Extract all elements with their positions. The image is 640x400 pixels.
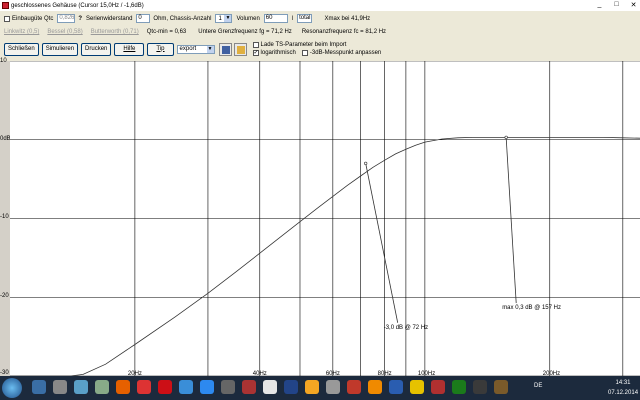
xmax-text: Xmax bei 41,9Hz	[324, 15, 371, 22]
help-question[interactable]: ?	[78, 16, 82, 22]
window-controls: _ □ ✕	[595, 1, 638, 9]
butterworth-link[interactable]: Butterworth (0,71)	[91, 29, 139, 35]
schliessen-button[interactable]: Schließen	[4, 42, 39, 56]
volumen-label: Volumen	[236, 15, 260, 22]
app-16-icon[interactable]	[347, 380, 361, 394]
drucken-button[interactable]: Drucken	[81, 42, 112, 56]
y-tick-label: 10	[0, 58, 7, 64]
app-10-icon[interactable]	[221, 380, 235, 394]
clock[interactable]: 14:31 07.12.2014	[608, 378, 638, 398]
save-icon[interactable]	[218, 42, 232, 56]
total-field[interactable]: total	[297, 14, 313, 23]
lade-ts-option: Lade TS-Parameter beim Import	[252, 42, 382, 48]
maximize-button[interactable]: □	[612, 1, 621, 9]
resonanz-text: Resonanzfrequenz fc = 81,2 Hz	[301, 29, 387, 35]
app-6-icon[interactable]	[137, 380, 151, 394]
close-button[interactable]: ✕	[629, 1, 638, 9]
app-19-icon[interactable]	[410, 380, 424, 394]
app-2-icon[interactable]	[53, 380, 67, 394]
app-3-icon[interactable]	[74, 380, 88, 394]
annotation-label: max 0,3 dB @ 157 Hz	[502, 305, 561, 311]
einbaugute-label: Einbaugüte Qtc	[12, 15, 54, 22]
params-row: Einbaugüte Qtc 0,826 ? Serienwiderstand …	[0, 12, 374, 25]
qtc-min-text: Qtc-min = 0,63	[146, 29, 187, 35]
annotation-label: -3,0 dB @ 72 Hz	[384, 325, 428, 331]
annotation-leader	[505, 137, 517, 304]
ohm-chassis-label: Ohm, Chassis-Anzahl	[153, 15, 212, 22]
opera-icon[interactable]	[158, 380, 172, 394]
chevron-down-icon: ▼	[206, 45, 214, 53]
app-13-icon[interactable]	[284, 380, 298, 394]
frequency-response-chart[interactable]: 20Hz 40Hz 60Hz 80Hz 100Hz 200Hz-3,0 dB @ 72 H…	[10, 61, 640, 376]
app-11-icon[interactable]	[242, 380, 256, 394]
actions-row: Schließen Simulieren Drucken Hilfe Tip e…	[0, 40, 381, 58]
language-indicator[interactable]: DE	[534, 383, 542, 389]
app-21-icon[interactable]	[452, 380, 466, 394]
start-button[interactable]	[2, 378, 22, 398]
qtc-input[interactable]: 0,826	[57, 14, 76, 23]
simulieren-button[interactable]: Simulieren	[41, 42, 79, 56]
serienwiderstand-label: Serienwiderstand	[86, 15, 133, 22]
linkwitz-link[interactable]: Linkwitz (0,5)	[4, 29, 39, 35]
y-tick-label: -20	[0, 293, 9, 299]
app-8-icon[interactable]	[179, 380, 193, 394]
options-group: Lade TS-Parameter beim Import logarithmi…	[252, 42, 382, 56]
bessel-link[interactable]: Bessel (0,58)	[47, 29, 82, 35]
app-icon	[2, 2, 9, 9]
window-title: geschlossenes Gehäuse (Cursor 15,0Hz / -…	[11, 2, 144, 9]
app-14-icon[interactable]	[305, 380, 319, 394]
tip-button[interactable]: Tip	[147, 42, 174, 56]
log-option: logarithmisch -3dB-Messpunkt anpassen	[252, 49, 382, 56]
app-4-icon[interactable]	[95, 380, 109, 394]
annotation-marker	[364, 161, 368, 165]
app-23-icon[interactable]	[494, 380, 508, 394]
serienwiderstand-input[interactable]: 0	[136, 14, 151, 23]
app-12-icon[interactable]	[263, 380, 277, 394]
grenzfrequenz-text: Untere Grenzfrequenz fg = 71,2 Hz	[198, 29, 292, 35]
app-20-icon[interactable]	[431, 380, 445, 394]
minimize-button[interactable]: _	[595, 1, 604, 9]
app-22-icon[interactable]	[473, 380, 487, 394]
taskbar: DE 14:31 07.12.2014	[0, 376, 640, 400]
clock-time: 14:31	[615, 380, 631, 386]
app-9-icon[interactable]	[200, 380, 214, 394]
folder-icon[interactable]	[233, 42, 247, 56]
messpunkt-checkbox[interactable]	[301, 50, 308, 56]
lade-ts-checkbox[interactable]	[252, 42, 259, 48]
presets-row: Linkwitz (0,5) Bessel (0,58) Butterworth…	[0, 27, 390, 37]
liter-label: l	[291, 15, 294, 22]
response-curve	[10, 137, 640, 376]
app-18-icon[interactable]	[389, 380, 403, 394]
app-1-icon[interactable]	[32, 380, 46, 394]
hilfe-button[interactable]: Hilfe	[114, 42, 145, 56]
annotation-leader	[365, 163, 399, 323]
chassis-select[interactable]: 1 ▼	[215, 14, 233, 23]
lade-ts-label: Lade TS-Parameter beim Import	[260, 42, 347, 48]
volumen-input[interactable]: 60	[263, 14, 288, 23]
annotation-marker	[504, 135, 508, 139]
export-select[interactable]: export ▼	[176, 44, 215, 54]
title-bar: geschlossenes Gehäuse (Cursor 15,0Hz / -…	[0, 0, 640, 11]
toolbar: Einbaugüte Qtc 0,826 ? Serienwiderstand …	[0, 11, 640, 61]
einbaugute-checkbox[interactable]	[4, 15, 10, 22]
vlc-icon[interactable]	[368, 380, 382, 394]
app-15-icon[interactable]	[326, 380, 340, 394]
export-value: export	[179, 46, 197, 52]
clock-date: 07.12.2014	[608, 390, 639, 396]
logarithmisch-label: logarithmisch	[260, 50, 296, 56]
chevron-down-icon: ▼	[224, 15, 232, 22]
logarithmisch-checkbox[interactable]	[252, 49, 259, 56]
y-tick-label: -10	[0, 214, 9, 220]
firefox-icon[interactable]	[116, 380, 130, 394]
messpunkt-label: -3dB-Messpunkt anpassen	[309, 50, 382, 56]
chassis-value: 1	[218, 15, 222, 22]
